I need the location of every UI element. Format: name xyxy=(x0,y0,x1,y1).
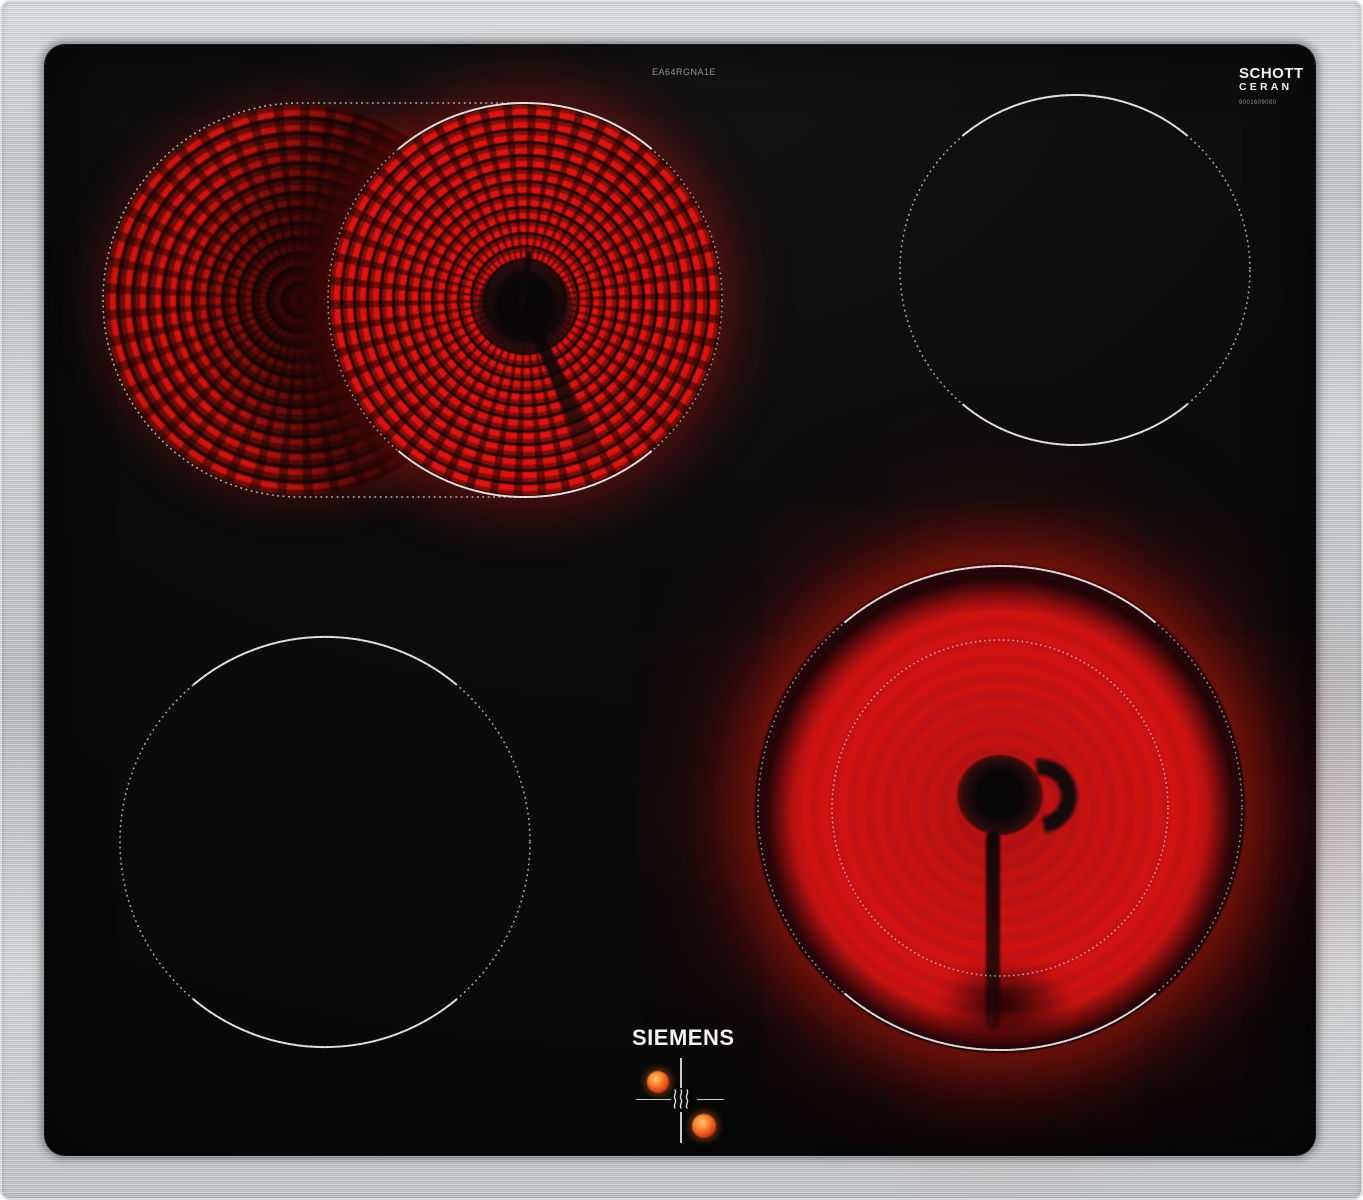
indicator-led-lower-right xyxy=(692,1114,716,1138)
indicator-cross-line xyxy=(697,1098,724,1100)
element-terminal-shadow xyxy=(937,961,1073,1045)
indicator-cross-line xyxy=(680,1112,682,1143)
model-code-print: EA64RGNA1E xyxy=(652,67,717,77)
front-right-element-glowing xyxy=(755,563,1245,1053)
heat-waves-icon xyxy=(673,1089,689,1109)
siemens-logo: SIEMENS xyxy=(632,1025,735,1050)
rear-left-main-element-glowing xyxy=(328,103,722,497)
hob-product-photo: EA64RGNA1E SIEMENS SCHOTT CERAN 90016090… xyxy=(0,0,1363,1200)
schott-ceran-logo: SCHOTT CERAN 9001609080 xyxy=(1239,66,1304,106)
schott-logo-line1: SCHOTT xyxy=(1239,65,1304,82)
schott-logo-line2: CERAN xyxy=(1239,81,1293,93)
indicator-cross-line xyxy=(636,1098,671,1100)
indicator-cross-line xyxy=(680,1058,682,1088)
indicator-led-upper-left xyxy=(647,1071,669,1093)
glass-print-number: 9001609080 xyxy=(1239,99,1277,106)
